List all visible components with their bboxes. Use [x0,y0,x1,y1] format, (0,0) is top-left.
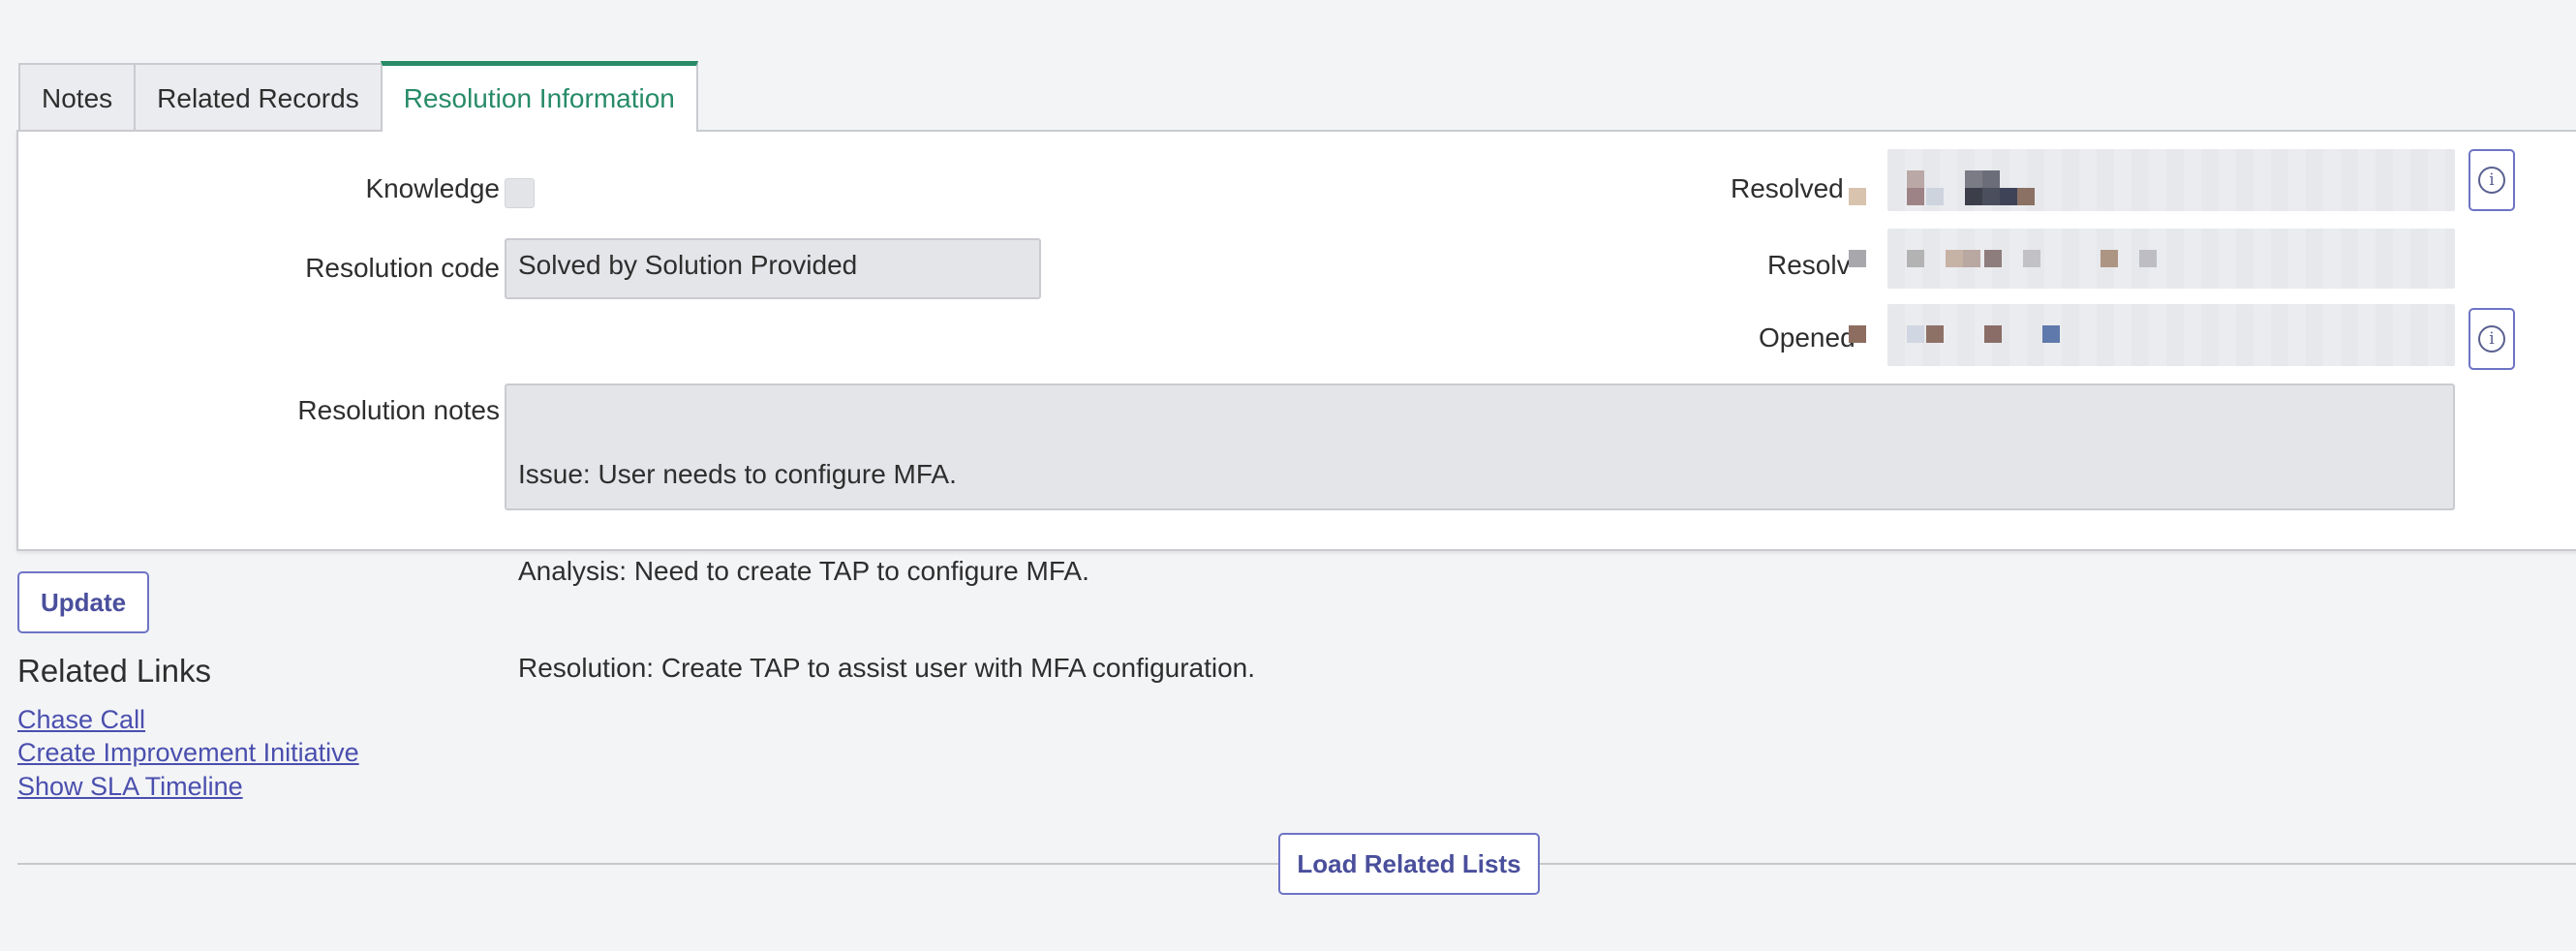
blur-pixel [1982,170,2000,188]
resolution-notes-label: Resolution notes [297,395,500,425]
link-show-sla-timeline[interactable]: Show SLA Timeline [17,772,243,802]
opened-label: Opened [1759,322,1855,353]
blur-pixel [1926,188,1944,205]
blur-pixel [1907,170,1924,188]
info-icon: i [2478,167,2505,194]
blur-pixel [2000,188,2017,205]
tab-resolution-information[interactable]: Resolution Information [380,61,698,132]
resolution-code-label: Resolution code [305,253,500,283]
tab-notes[interactable]: Notes [18,63,137,132]
tab-bar: Notes Related Records Resolution Informa… [18,61,698,132]
blur-pixel [1849,250,1866,267]
blur-pixel [2017,188,2035,205]
blur-pixel [1907,325,1924,343]
blur-pixel [1965,170,1982,188]
blur-pixel [1984,250,2002,267]
blur-pixel [1907,188,1924,205]
resolution-code-field[interactable]: Solved by Solution Provided [505,238,1041,299]
tab-related-records[interactable]: Related Records [134,63,383,132]
load-related-lists-button[interactable]: Load Related Lists [1278,833,1540,895]
resolved-by-label: Resolved [1731,173,1844,203]
knowledge-checkbox[interactable] [505,178,535,208]
blur-pixel [2139,250,2157,267]
update-button[interactable]: Update [17,571,149,633]
blur-pixel [1907,250,1924,267]
blur-pixel [2101,250,2118,267]
link-create-improvement-initiative[interactable]: Create Improvement Initiative [17,738,359,768]
resolved-by-info-button[interactable]: i [2469,149,2515,211]
form-page: Notes Related Records Resolution Informa… [0,0,2576,951]
blur-pixel [2023,250,2040,267]
resolution-notes-line: Analysis: Need to create TAP to configur… [518,556,1089,586]
blur-pixel [1984,325,2002,343]
resolution-notes-field[interactable]: Issue: User needs to configure MFA. Anal… [505,383,2455,683]
resolved-by-field[interactable] [1849,149,2455,211]
blur-pixel [1982,188,2000,205]
blur-pixel [2042,325,2060,343]
resolution-information-panel: Knowledge Resolution code Solved by Solu… [16,130,2576,683]
resolved-field[interactable] [1849,229,2455,289]
blur-pixel [1946,250,1963,267]
opened-info-button[interactable]: i [2469,308,2515,370]
blur-pixel [1965,188,1982,205]
blur-pixel [1849,188,1866,205]
knowledge-label: Knowledge [365,173,500,203]
resolved-label: Resolv [1767,250,1851,280]
link-chase-call[interactable]: Chase Call [17,705,145,735]
related-links-title: Related Links [17,653,211,689]
blur-pixel [1849,325,1866,343]
blur-pixel [1926,325,1944,343]
divider-left [17,863,1278,865]
opened-field[interactable] [1849,304,2455,366]
divider-right [1540,863,2576,865]
blur-pixel [1963,250,1980,267]
resolution-notes-line: Resolution: Create TAP to assist user wi… [518,653,1256,683]
resolution-notes-line: Issue: User needs to configure MFA. [518,459,957,489]
info-icon: i [2478,325,2505,353]
